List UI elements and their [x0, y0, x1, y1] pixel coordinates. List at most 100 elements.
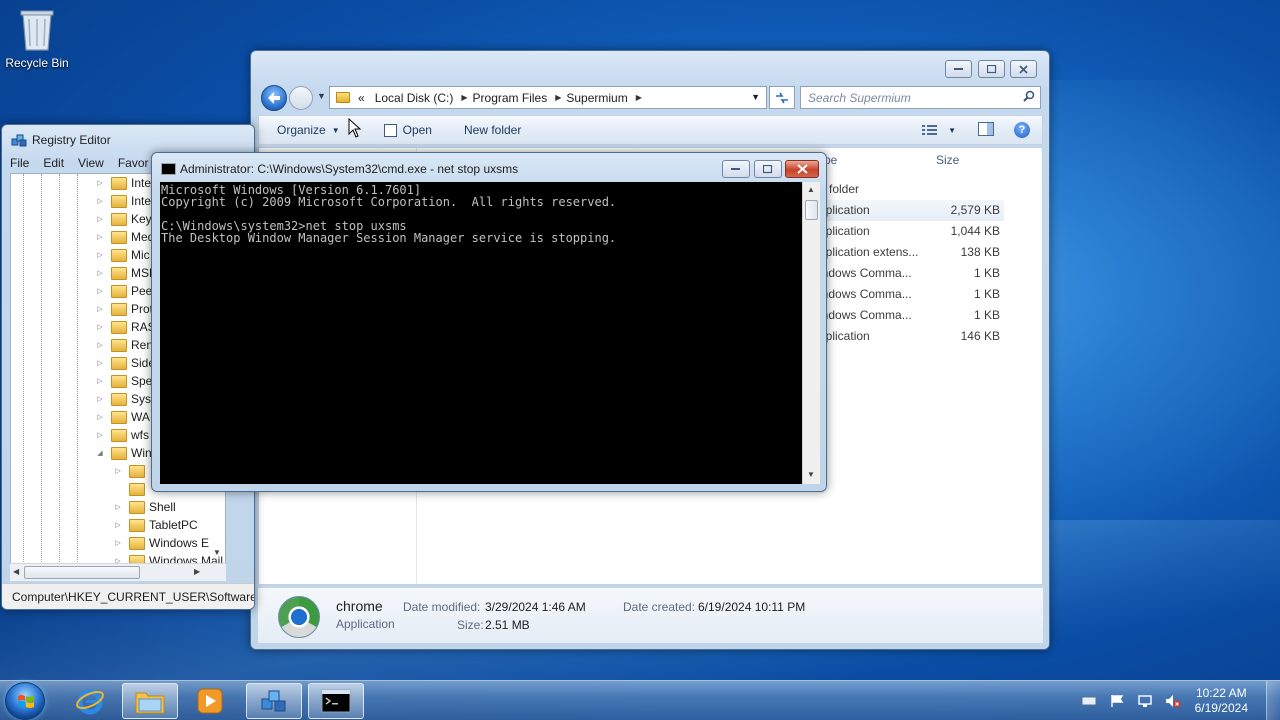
address-overflow[interactable]: «: [358, 91, 365, 105]
expand-icon[interactable]: ▷: [95, 287, 105, 295]
scrollbar-thumb[interactable]: [24, 566, 140, 579]
file-row[interactable]: indows Comma... 1 KB: [819, 284, 1004, 305]
tree-node[interactable]: ▷ Mic: [95, 246, 149, 264]
menu-favorites[interactable]: Favor: [118, 156, 149, 170]
taskbar-internet-explorer[interactable]: [62, 683, 118, 719]
taskbar-command-prompt[interactable]: [308, 683, 364, 719]
tree-node-expanded[interactable]: ◢ Win: [95, 444, 151, 462]
tree-node[interactable]: ▷: [113, 462, 149, 480]
tree-node[interactable]: ▷ Key: [95, 210, 151, 228]
scroll-down-icon[interactable]: ▼: [807, 470, 815, 479]
tree-node[interactable]: ▷ Prot: [95, 300, 153, 318]
show-desktop-button[interactable]: [1266, 681, 1280, 720]
network-icon[interactable]: [1137, 694, 1153, 708]
taskbar-media-player[interactable]: [182, 683, 238, 719]
volume-muted-icon[interactable]: [1165, 694, 1181, 708]
explorer-minimize-button[interactable]: [945, 60, 972, 78]
forward-button[interactable]: [289, 86, 313, 110]
back-button[interactable]: [261, 85, 287, 111]
tree-node[interactable]: [113, 480, 149, 498]
explorer-maximize-button[interactable]: [978, 60, 1005, 78]
action-center-flag-icon[interactable]: [1109, 694, 1125, 708]
search-icon[interactable]: [1023, 90, 1035, 105]
tree-node[interactable]: ▷ Syst: [95, 390, 154, 408]
taskbar-windows-explorer[interactable]: [122, 683, 178, 719]
expand-icon[interactable]: ▷: [95, 215, 105, 223]
breadcrumb-supermium[interactable]: Supermium: [566, 91, 627, 105]
collapse-icon[interactable]: ◢: [95, 449, 105, 457]
recent-pages-dropdown-icon[interactable]: ▼: [317, 91, 327, 103]
expand-icon[interactable]: ▷: [113, 503, 123, 511]
file-row[interactable]: pplication 1,044 KB: [819, 221, 1004, 242]
tree-node[interactable]: ▷ WA: [95, 408, 150, 426]
expand-icon[interactable]: ▷: [113, 467, 123, 475]
expand-icon[interactable]: ▷: [113, 539, 123, 547]
new-folder-button[interactable]: New folder: [452, 116, 533, 144]
tree-node[interactable]: ▷ RAS: [95, 318, 155, 336]
cmd-minimize-button[interactable]: [722, 160, 750, 178]
recycle-bin-shortcut[interactable]: Recycle Bin: [4, 6, 70, 70]
expand-icon[interactable]: ▷: [95, 323, 105, 331]
expand-icon[interactable]: ▷: [95, 431, 105, 439]
chevron-right-icon[interactable]: ▶: [555, 93, 561, 102]
scroll-up-icon[interactable]: ▲: [807, 185, 815, 194]
tree-node[interactable]: ▷ Inte: [95, 192, 151, 210]
tree-node[interactable]: ▷ TabletPC: [113, 516, 197, 534]
expand-icon[interactable]: ▷: [95, 395, 105, 403]
expand-icon[interactable]: ▷: [95, 269, 105, 277]
menu-view[interactable]: View: [78, 156, 104, 170]
expand-icon[interactable]: ▷: [95, 305, 105, 313]
tree-node[interactable]: ▷ Side: [95, 354, 155, 372]
cmd-maximize-button[interactable]: [754, 160, 782, 178]
tree-node[interactable]: ▷ Ren: [95, 336, 153, 354]
scrollbar-thumb[interactable]: [805, 200, 818, 220]
expand-icon[interactable]: ▷: [95, 197, 105, 205]
expand-icon[interactable]: ▷: [95, 413, 105, 421]
file-row[interactable]: e folder: [819, 179, 1004, 200]
column-header-size[interactable]: Size: [936, 148, 959, 172]
expand-icon[interactable]: ▷: [95, 179, 105, 187]
expand-icon[interactable]: ▷: [95, 359, 105, 367]
view-options-button[interactable]: ▼: [922, 124, 956, 136]
file-row[interactable]: indows Comma... 1 KB: [819, 263, 1004, 284]
start-button[interactable]: [5, 682, 45, 720]
taskbar-registry-editor[interactable]: [246, 683, 302, 719]
preview-pane-button[interactable]: [978, 121, 994, 139]
breadcrumb-program-files[interactable]: Program Files: [473, 91, 548, 105]
scroll-left-icon[interactable]: ◀: [13, 567, 19, 576]
file-row[interactable]: indows Comma... 1 KB: [819, 305, 1004, 326]
organize-button[interactable]: Organize ▼: [259, 116, 352, 144]
refresh-button[interactable]: [769, 86, 795, 109]
file-row-selected[interactable]: pplication 2,579 KB: [819, 200, 1004, 221]
address-dropdown-icon[interactable]: ▼: [751, 92, 760, 102]
breadcrumb-local-disk[interactable]: Local Disk (C:): [375, 91, 454, 105]
tree-node[interactable]: ▷ Spe: [95, 372, 152, 390]
expand-icon[interactable]: ▷: [95, 251, 105, 259]
address-bar[interactable]: « Local Disk (C:) ▶ Program Files ▶ Supe…: [329, 86, 767, 109]
cmd-window[interactable]: Administrator: C:\Windows\System32\cmd.e…: [151, 152, 827, 492]
menu-edit[interactable]: Edit: [43, 156, 64, 170]
expand-icon[interactable]: ▷: [95, 341, 105, 349]
expand-icon[interactable]: ▷: [95, 233, 105, 241]
expand-icon[interactable]: ▷: [95, 377, 105, 385]
tree-node[interactable]: ▷ Shell: [113, 498, 175, 516]
explorer-close-button[interactable]: [1010, 60, 1037, 78]
chevron-right-icon[interactable]: ▶: [461, 93, 467, 102]
keyboard-icon[interactable]: [1081, 694, 1097, 708]
tree-node[interactable]: ▷ Pee: [95, 282, 152, 300]
open-button[interactable]: Open: [372, 116, 444, 144]
help-icon[interactable]: ?: [1014, 122, 1030, 138]
tree-node[interactable]: ▷ Inte: [95, 174, 151, 192]
tree-node[interactable]: ▷ wfs: [95, 426, 149, 444]
scroll-right-icon[interactable]: ▶: [194, 567, 200, 576]
tree-node[interactable]: ▷ MSF: [95, 264, 156, 282]
search-input[interactable]: Search Supermium: [800, 86, 1041, 109]
vertical-scrollbar[interactable]: ▲ ▼: [802, 182, 820, 484]
console-output[interactable]: Microsoft Windows [Version 6.1.7601] Cop…: [160, 182, 802, 484]
file-row[interactable]: pplication extens... 138 KB: [819, 242, 1004, 263]
file-row[interactable]: pplication 146 KB: [819, 326, 1004, 347]
chevron-right-icon[interactable]: ▶: [636, 93, 642, 102]
tree-scroll-down-icon[interactable]: ▼: [213, 548, 221, 557]
expand-icon[interactable]: ▷: [113, 521, 123, 529]
tree-node[interactable]: ▷ Windows E: [113, 534, 209, 552]
